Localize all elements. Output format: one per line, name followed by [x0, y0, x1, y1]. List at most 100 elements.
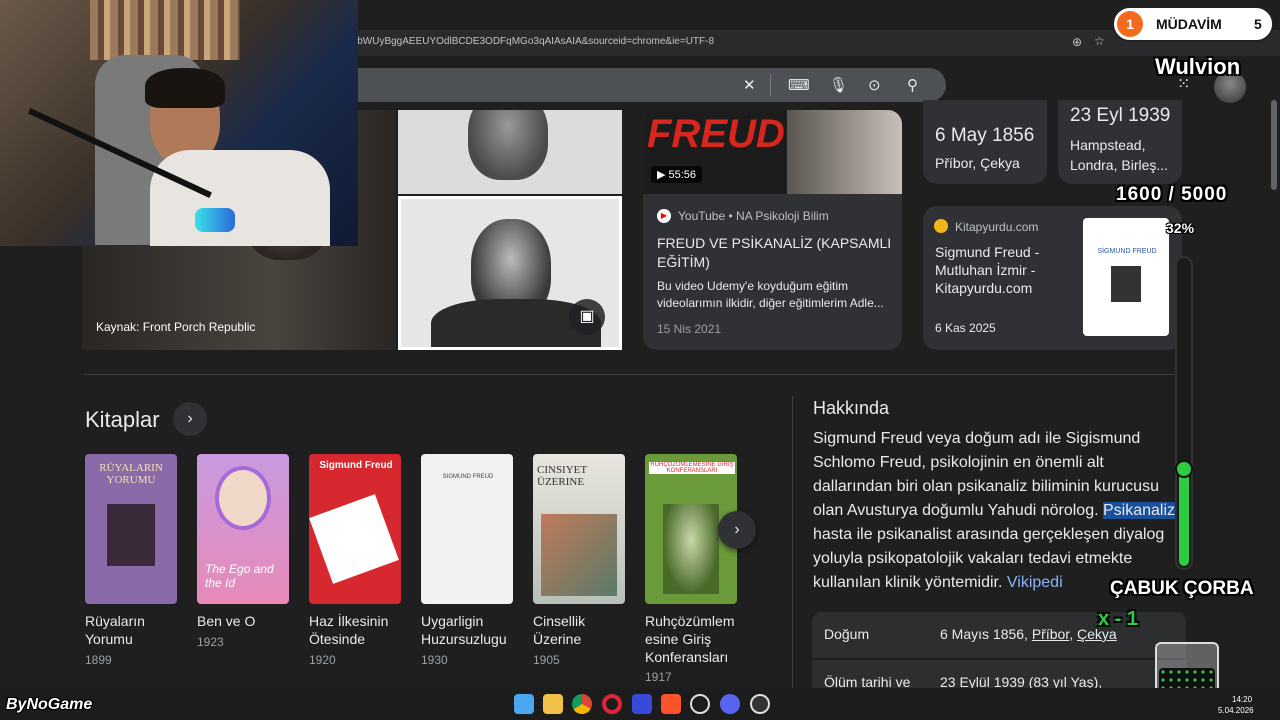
mic-icon[interactable]: 🎙: [829, 76, 848, 94]
shelf: [90, 0, 240, 60]
person-hair: [145, 68, 225, 108]
book-title-6[interactable]: Ruhçözümlem esine Giriş Konferansları: [645, 612, 745, 666]
person-body: [150, 150, 330, 246]
clear-icon[interactable]: ✕: [743, 76, 756, 94]
mudavim-badge: 1 MÜDAVİM 5: [1112, 6, 1274, 42]
kitapyurdu-icon: [934, 219, 948, 233]
born-place: Příbor, Çekya: [935, 155, 1020, 171]
opera-icon[interactable]: [602, 694, 622, 714]
about-text: Sigmund Freud veya doğum adı ile Sigismu…: [813, 427, 1183, 595]
streamer-name: Wulvion: [1155, 54, 1241, 79]
died-date: 23 Eyl 1939: [1070, 105, 1171, 126]
keyboard-icon[interactable]: ⌨: [788, 76, 810, 94]
star-icon[interactable]: ☆: [1094, 34, 1105, 48]
kitap-cover-title: SİGMUND FREUD: [1097, 248, 1157, 255]
youtube-icon: ▶: [657, 209, 671, 223]
about-heading: Hakkında: [813, 398, 890, 418]
cover-text: RÜYALARIN YORUMU: [99, 462, 163, 486]
badge-label: MÜDAVİM: [1156, 16, 1222, 32]
search-box[interactable]: [330, 68, 946, 102]
book-cover-5[interactable]: CINSIYET ÜZERINE: [533, 454, 625, 604]
kitap-date: 6 Kas 2025: [935, 321, 996, 335]
book-title-1[interactable]: Rüyaların Yorumu: [85, 612, 195, 648]
image-viewer-icon[interactable]: ▣: [569, 299, 605, 335]
thumbnail-portrait: [787, 110, 902, 194]
discord-icon[interactable]: [720, 694, 740, 714]
chrome-icon[interactable]: [572, 694, 592, 714]
book-year-1: 1899: [85, 653, 112, 667]
cover-text: RUHÇÖZÜMLEMESİNE GİRİŞ KONFERANSLARI: [649, 462, 735, 474]
brand-logo: ByNoGame: [6, 696, 93, 713]
books-more-button[interactable]: ›: [173, 402, 207, 436]
clock-date[interactable]: 5.04.2026: [1218, 706, 1254, 715]
rank-circle: 1: [1117, 11, 1143, 37]
died-place: Hampstead, Londra, Birleş...: [1070, 137, 1169, 173]
goal-progress-knob: [1175, 460, 1193, 478]
video-snippet: Bu video Udemy'e koyduğum eğitim videola…: [657, 279, 884, 310]
portrait-image: [468, 110, 548, 180]
goal-progress-track: [1175, 256, 1193, 570]
book-year-6: 1917: [645, 670, 672, 684]
section-divider: [84, 374, 1184, 375]
book-cover-3[interactable]: Sigmund Freud: [309, 454, 401, 604]
kitap-source: Kitapyurdu.com: [955, 220, 1039, 234]
kitap-title[interactable]: Sigmund Freud - Mutluhan İzmir - Kitapyu…: [935, 243, 1075, 297]
image-result-3[interactable]: ▣: [398, 196, 622, 350]
page-scrollbar[interactable]: [1271, 100, 1277, 190]
book-year-2: 1923: [197, 635, 224, 649]
died-card[interactable]: 23 Eyl 1939 Hampstead, Londra, Birleş...: [1058, 100, 1182, 184]
clock-time[interactable]: 14:20: [1232, 695, 1252, 704]
lens-icon[interactable]: ⊙: [868, 76, 881, 94]
books-heading[interactable]: Kitaplar: [85, 407, 160, 433]
book-title-2[interactable]: Ben ve O: [197, 612, 307, 630]
search-icon[interactable]: ⚲: [907, 76, 918, 94]
born-date: 6 May 1856: [935, 125, 1035, 146]
alert-name: ÇABUK ÇORBA: [1110, 578, 1254, 599]
video-thumbnail: FREUD ▶ 55:56: [643, 110, 902, 194]
books-next-button[interactable]: ›: [718, 511, 756, 549]
image-result-2[interactable]: [398, 110, 622, 194]
webcam-feed: [0, 0, 358, 246]
chatgpt-icon[interactable]: [690, 694, 710, 714]
image-source-caption: Kaynak: Front Porch Republic: [96, 320, 256, 334]
cover-portrait: [663, 504, 719, 594]
alert-value: x - 1: [1098, 608, 1139, 630]
fact-row-death: Ölüm tarihi ve 23 Eylül 1939 (83 yıl Yaş…: [812, 660, 1186, 690]
book-cover-4[interactable]: SIGMUND FREUD: [421, 454, 513, 604]
goal-percent: 32%: [1166, 220, 1195, 236]
cover-text: CINSIYET ÜZERINE: [537, 464, 587, 488]
wikipedia-link[interactable]: Vikipedi: [1007, 574, 1063, 591]
book-cover-1[interactable]: RÜYALARIN YORUMU: [85, 454, 177, 604]
video-source: YouTube • NA Psikoloji Bilim: [678, 209, 829, 223]
app-icon-e[interactable]: [632, 694, 652, 714]
book-title-3[interactable]: Haz İlkesinin Ötesinde: [309, 612, 419, 648]
kitap-thumbnail: SİGMUND FREUD: [1083, 218, 1169, 336]
file-explorer-icon[interactable]: [543, 694, 563, 714]
book-cover-2[interactable]: The Ego and the Id: [197, 454, 289, 604]
badge-count: 5: [1254, 16, 1262, 32]
zoom-icon[interactable]: ⊕: [1072, 35, 1082, 49]
microphone: [195, 208, 235, 232]
cover-box: [309, 494, 399, 584]
brave-icon[interactable]: [661, 694, 681, 714]
video-date: 15 Nis 2021: [657, 322, 722, 336]
cover-portrait: [107, 504, 155, 566]
start-icon[interactable]: [514, 694, 534, 714]
duration-badge: ▶ 55:56: [651, 166, 703, 183]
book-title-4[interactable]: Uygarligin Huzursuzlugu: [421, 612, 521, 648]
cover-painting: [541, 514, 617, 596]
born-card[interactable]: 6 May 1856 Příbor, Çekya: [923, 100, 1047, 184]
book-title-5[interactable]: Cinsellik Üzerine: [533, 612, 623, 648]
fact-label: Doğum: [824, 626, 870, 642]
birth-place-link[interactable]: Příbor: [1032, 626, 1069, 642]
cover-text: SIGMUND FREUD: [442, 474, 494, 480]
url-text[interactable]: HJvbWUyBggAEEUYOdlBCDE3ODFqMGo3qAIAsAIA&…: [340, 36, 714, 47]
cover-face: [215, 466, 271, 530]
obs-icon[interactable]: [750, 694, 770, 714]
video-title[interactable]: FREUD VE PSİKANALİZ (KAPSAMLI EĞİTİM): [657, 234, 892, 272]
birth-date-value: 6 Mayıs 1856,: [940, 626, 1028, 642]
duration-text: 55:56: [668, 169, 697, 181]
thumbnail-title: FREUD: [647, 112, 785, 156]
video-card[interactable]: FREUD ▶ 55:56 ▶ YouTube • NA Psikoloji B…: [643, 110, 902, 350]
kitapyurdu-card[interactable]: Kitapyurdu.com Sigmund Freud - Mutluhan …: [923, 206, 1182, 350]
